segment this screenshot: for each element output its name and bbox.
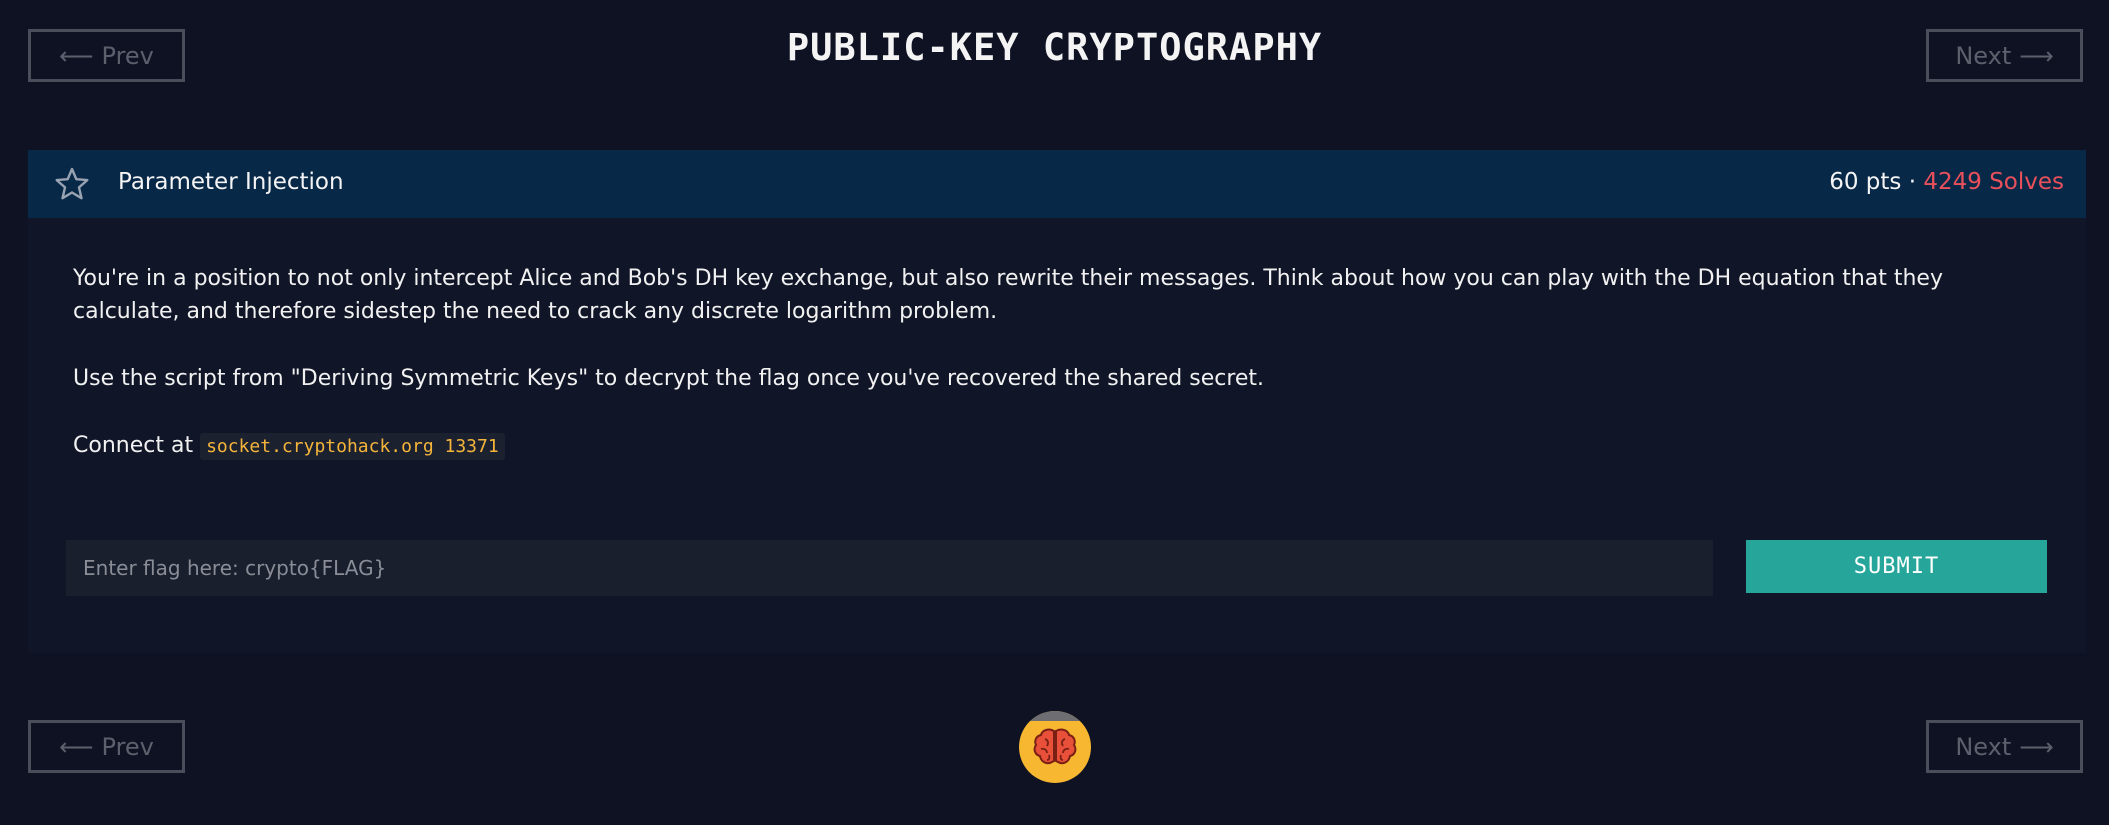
next-button-bottom[interactable]: Next ⟶ <box>1926 720 2083 773</box>
arrow-right-icon: ⟶ <box>2019 41 2054 70</box>
stats-separator: · <box>1908 169 1917 195</box>
description-paragraph: You're in a position to not only interce… <box>73 266 1943 324</box>
star-icon[interactable] <box>54 166 90 202</box>
brain-icon <box>1033 728 1077 765</box>
challenge-name: Parameter Injection <box>118 169 344 195</box>
challenge-solves: 4249 Solves <box>1923 169 2064 195</box>
challenge-description: You're in a position to not only interce… <box>73 262 2053 497</box>
prev-label: Prev <box>101 732 154 761</box>
connect-prefix: Connect at <box>73 433 194 458</box>
page-title: PUBLIC-KEY CRYPTOGRAPHY <box>786 26 1323 69</box>
prev-button-bottom[interactable]: ⟵ Prev <box>28 720 185 773</box>
arrow-right-icon: ⟶ <box>2019 732 2054 761</box>
next-label: Next <box>1955 732 2012 761</box>
challenge-points: 60 pts <box>1829 169 1902 195</box>
challenge-page: ⟵ Prev PUBLIC-KEY CRYPTOGRAPHY Next ⟶ Pa… <box>0 0 2109 825</box>
next-button-top[interactable]: Next ⟶ <box>1926 29 2083 82</box>
flag-input[interactable] <box>66 540 1713 596</box>
submit-button[interactable]: SUBMIT <box>1746 540 2047 593</box>
next-label: Next <box>1955 41 2012 70</box>
challenge-card: Parameter Injection 60 pts · 4249 Solves… <box>28 150 2086 653</box>
avatar[interactable] <box>1019 711 1091 783</box>
description-paragraph: Use the script from "Deriving Symmetric … <box>73 366 1265 391</box>
arrow-left-icon: ⟵ <box>59 732 94 761</box>
connect-line: Connect at socket.cryptohack.org 13371 <box>73 429 2053 463</box>
challenge-stats: 60 pts · 4249 Solves <box>1829 169 2064 195</box>
connect-address: socket.cryptohack.org 13371 <box>200 433 505 460</box>
avatar-cap <box>1019 711 1091 721</box>
challenge-header: Parameter Injection 60 pts · 4249 Solves <box>28 150 2086 218</box>
